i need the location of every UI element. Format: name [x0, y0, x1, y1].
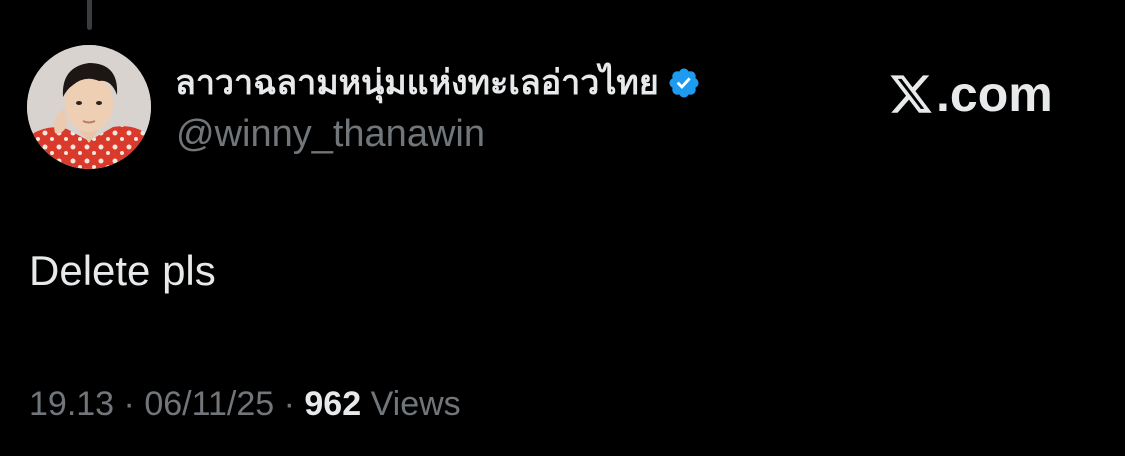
avatar-image: [27, 45, 151, 169]
thread-connector-line: [87, 0, 92, 30]
meta-separator: ·: [283, 385, 295, 423]
views-count[interactable]: 962: [304, 385, 361, 423]
post-text: Delete pls: [29, 247, 216, 294]
avatar[interactable]: [27, 45, 151, 169]
author-handle[interactable]: @winny_thanawin: [176, 112, 485, 156]
meta-separator: ·: [123, 385, 135, 423]
author-display-name[interactable]: ลาวาฉลามหนุ่มแห่งทะเลอ่าวไทย: [175, 58, 659, 108]
brand-domain-text: .com: [936, 66, 1053, 122]
post-date[interactable]: 06/11/25: [144, 385, 274, 423]
x-brand-watermark: .com: [888, 64, 1053, 124]
verified-badge-icon: [669, 68, 699, 98]
post-time[interactable]: 19.13: [29, 385, 114, 423]
post-metadata: 19.13 · 06/11/25 · 962 Views: [29, 381, 461, 427]
x-logo-icon: [890, 75, 932, 113]
author-name-row[interactable]: ลาวาฉลามหนุ่มแห่งทะเลอ่าวไทย: [175, 58, 701, 108]
views-label[interactable]: Views: [371, 385, 461, 423]
